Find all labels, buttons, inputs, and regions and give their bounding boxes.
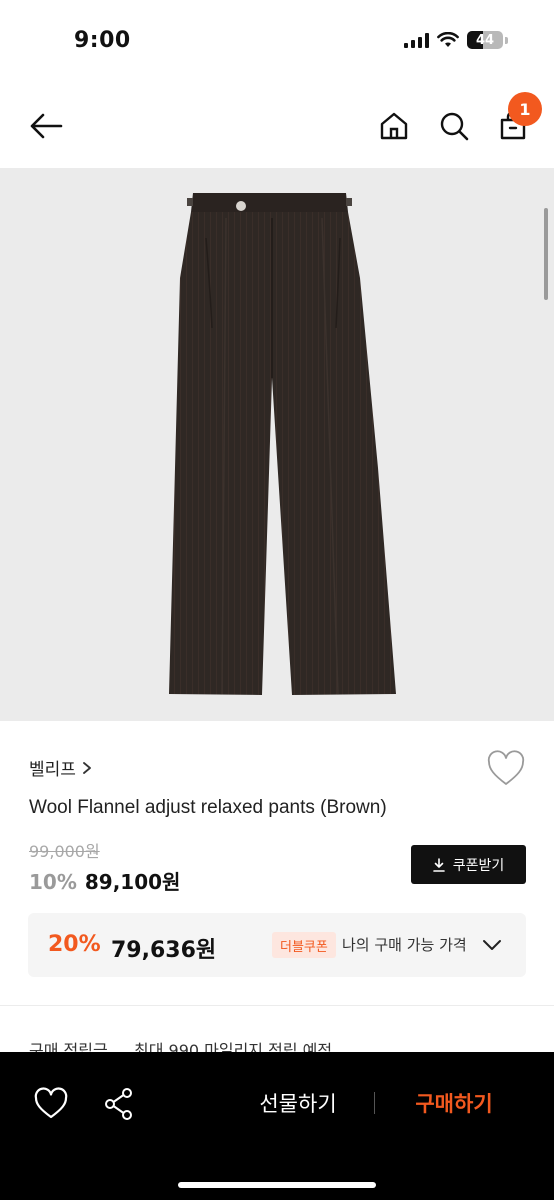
nav-bar — [0, 84, 554, 168]
search-icon — [440, 112, 469, 141]
product-title: Wool Flannel adjust relaxed pants (Brown… — [29, 797, 387, 818]
status-icons: 44 — [404, 31, 508, 49]
brand-link[interactable]: 벨리프 — [29, 755, 92, 780]
heart-icon — [487, 750, 525, 785]
coupon-download-button[interactable]: 쿠폰받기 — [411, 845, 526, 884]
gift-button[interactable]: 선물하기 — [236, 1088, 360, 1118]
discount-rate: 10% — [29, 870, 77, 894]
best-price-box[interactable]: 20% 79,636원 더블쿠폰 나의 구매 가능 가격 — [28, 913, 526, 977]
product-image[interactable] — [0, 168, 554, 721]
chevron-down-icon — [483, 940, 501, 950]
bottom-bar-separator — [374, 1092, 375, 1114]
coupon-button-label: 쿠폰받기 — [452, 857, 505, 874]
download-icon — [432, 857, 445, 872]
heart-icon — [34, 1087, 68, 1119]
battery-icon: 44 — [467, 31, 503, 49]
double-coupon-tag: 더블쿠폰 — [272, 932, 336, 958]
pants-illustration — [169, 193, 396, 695]
sale-price: 89,100원 — [84, 870, 181, 894]
coupon-discount-rate: 20% — [48, 932, 101, 957]
home-button[interactable] — [374, 106, 414, 146]
buy-button[interactable]: 구매하기 — [392, 1088, 516, 1118]
cart-count-badge: 1 — [508, 92, 542, 126]
coupon-price: 79,636원 — [111, 938, 217, 963]
search-button[interactable] — [434, 106, 474, 146]
share-icon — [105, 1088, 132, 1120]
home-indicator — [178, 1182, 376, 1188]
section-divider — [0, 1005, 554, 1006]
cellular-signal-icon — [404, 32, 429, 48]
price-row: 10% 89,100원 — [29, 866, 180, 895]
image-scrollbar[interactable] — [544, 208, 548, 300]
status-bar: 9:00 44 — [0, 0, 554, 84]
battery-cap — [505, 36, 508, 44]
original-price: 99,000원 — [29, 842, 100, 861]
wifi-icon — [437, 32, 459, 47]
bottom-wishlist-button[interactable] — [33, 1086, 69, 1122]
back-button[interactable] — [26, 106, 66, 146]
status-time: 9:00 — [74, 28, 131, 53]
bottom-action-bar: 선물하기 구매하기 — [0, 1052, 554, 1200]
wishlist-button[interactable] — [486, 749, 526, 789]
chevron-right-icon — [83, 761, 91, 774]
battery-level: 44 — [475, 32, 495, 48]
share-button[interactable] — [101, 1086, 137, 1122]
home-icon — [380, 112, 408, 140]
brand-name: 벨리프 — [29, 760, 76, 780]
arrow-left-icon — [30, 113, 63, 139]
my-purchasable-price-label: 나의 구매 가능 가격 — [342, 936, 467, 954]
